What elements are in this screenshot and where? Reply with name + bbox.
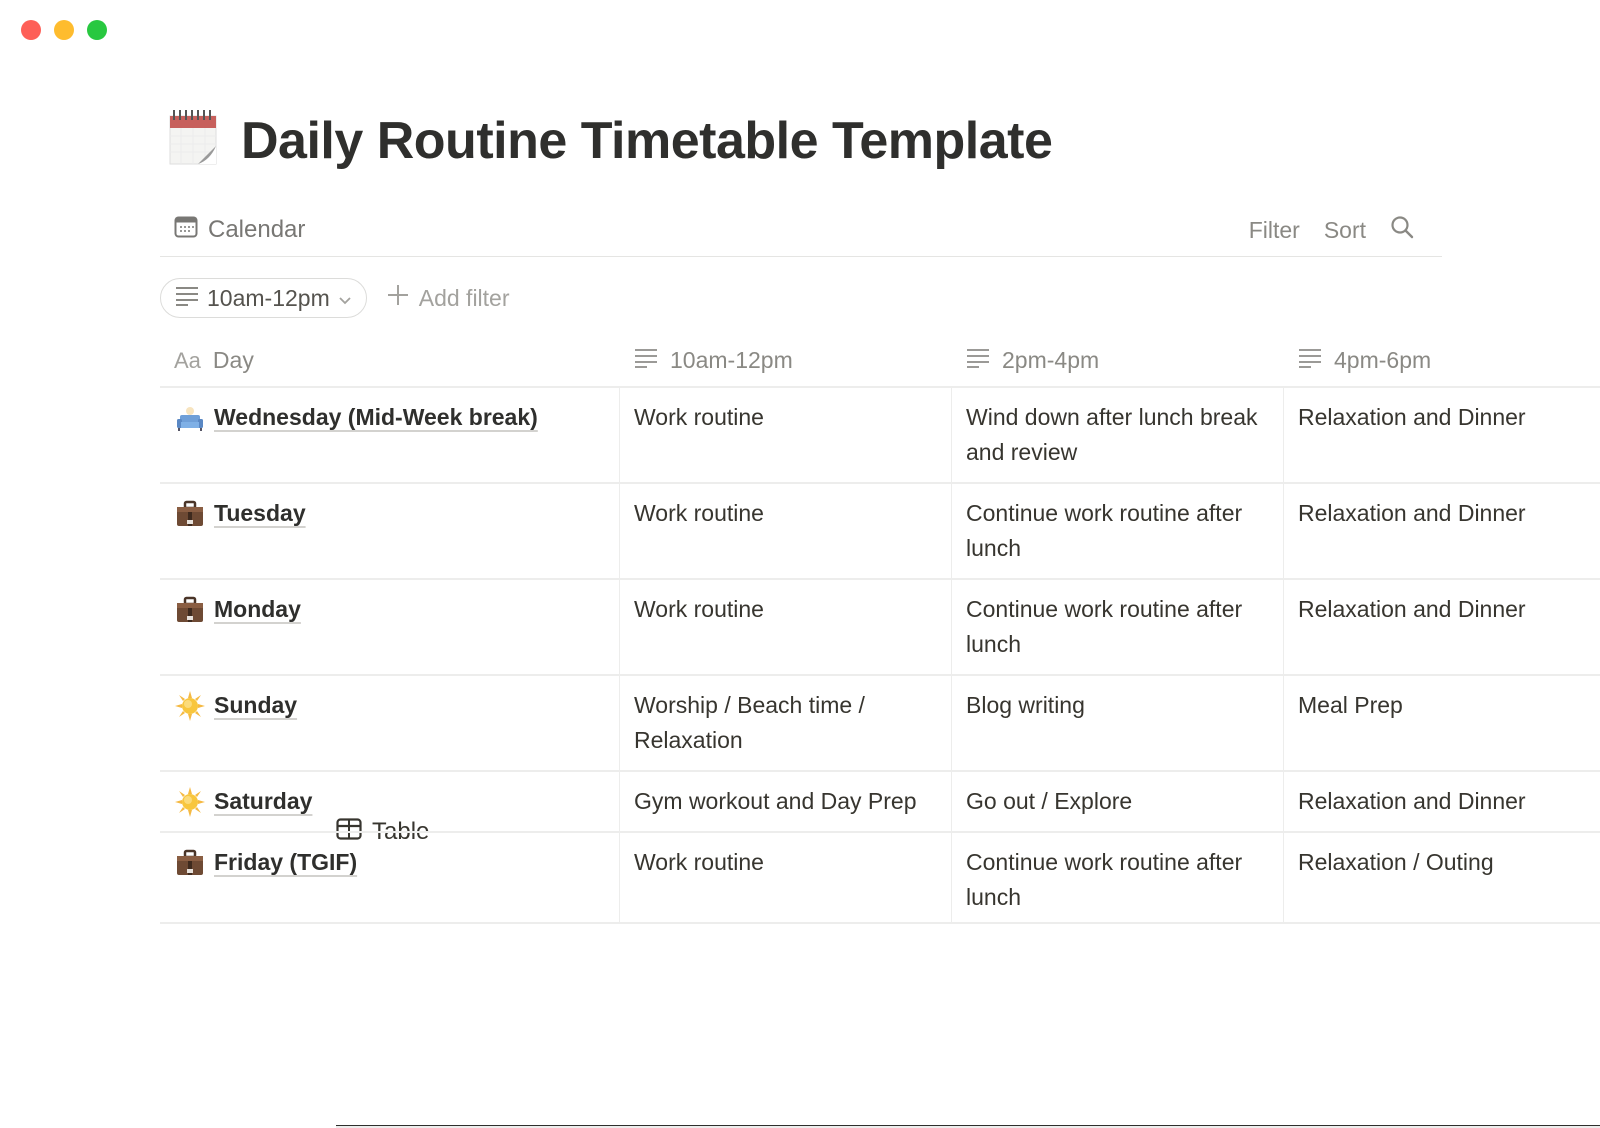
- table-row[interactable]: Tuesday Work routine Continue work routine…: [160, 484, 1600, 580]
- view-tabs: Calendar Table Filter Sort: [160, 204, 1600, 1128]
- column-header-10am-12pm[interactable]: 10am-12pm: [620, 334, 952, 386]
- slot-10am-12pm-cell[interactable]: Work routine: [620, 833, 952, 922]
- column-header-label: 2pm-4pm: [1002, 346, 1100, 373]
- slot-4pm-6pm-cell[interactable]: Relaxation and Dinner: [1284, 580, 1600, 674]
- slot-10am-12pm-cell[interactable]: Work routine: [620, 484, 952, 578]
- sun-icon: [174, 690, 206, 722]
- day-name-link[interactable]: Friday (TGIF): [214, 845, 357, 880]
- filter-pill-10am-12pm[interactable]: 10am-12pm: [160, 278, 367, 318]
- chevron-down-icon: [338, 285, 352, 312]
- table-row[interactable]: Sunday Worship / Beach time / Relaxation B…: [160, 676, 1600, 772]
- slot-2pm-4pm-cell[interactable]: Wind down after lunch break and review: [952, 388, 1284, 482]
- slot-4pm-6pm-cell[interactable]: Relaxation and Dinner: [1284, 484, 1600, 578]
- spiral-calendar-icon[interactable]: [166, 106, 222, 168]
- day-cell[interactable]: Monday: [160, 580, 620, 674]
- slot-4pm-6pm-cell[interactable]: Relaxation and Dinner: [1284, 772, 1600, 831]
- title-property-icon: Aa: [174, 347, 201, 373]
- column-header-2pm-4pm[interactable]: 2pm-4pm: [952, 334, 1284, 386]
- column-header-label: 10am-12pm: [670, 346, 793, 373]
- routine-table: Aa Day 10am-12pm 2pm-4pm 4pm-6pm Wednesd…: [160, 334, 1600, 924]
- slot-2pm-4pm-cell[interactable]: Go out / Explore: [952, 772, 1284, 831]
- table-body: Wednesday (Mid-Week break) Work routine Wi…: [160, 388, 1600, 922]
- page-title: Daily Routine Timetable Template: [241, 112, 1053, 170]
- view-actions: Filter Sort: [1249, 204, 1414, 256]
- day-name-link[interactable]: Saturday: [214, 784, 312, 819]
- slot-10am-12pm-cell[interactable]: Gym workout and Day Prep: [620, 772, 952, 831]
- table-row[interactable]: Wednesday (Mid-Week break) Work routine Wi…: [160, 388, 1600, 484]
- column-header-4pm-6pm[interactable]: 4pm-6pm: [1284, 334, 1600, 386]
- day-cell[interactable]: Saturday: [160, 772, 620, 831]
- column-header-label: 4pm-6pm: [1334, 346, 1432, 373]
- text-lines-icon: [634, 343, 658, 378]
- filter-bar: 10am-12pm Add filter: [160, 278, 510, 318]
- table-row[interactable]: Monday Work routine Continue work routine …: [160, 580, 1600, 676]
- table-row[interactable]: Friday (TGIF) Work routine Continue work r…: [160, 833, 1600, 922]
- window-controls: [21, 20, 107, 40]
- slot-10am-12pm-cell[interactable]: Worship / Beach time / Relaxation: [620, 676, 952, 770]
- close-window-button[interactable]: [21, 20, 41, 40]
- add-filter-button[interactable]: Add filter: [387, 284, 510, 312]
- sun-icon: [174, 786, 206, 818]
- day-name-link[interactable]: Wednesday (Mid-Week break): [214, 400, 538, 435]
- filter-pill-label: 10am-12pm: [207, 284, 330, 311]
- search-icon[interactable]: [1390, 215, 1414, 245]
- day-name-link[interactable]: Tuesday: [214, 496, 306, 531]
- plus-icon: [387, 284, 409, 312]
- table-row[interactable]: Saturday Gym workout and Day Prep Go out /…: [160, 772, 1600, 833]
- add-filter-label: Add filter: [418, 284, 510, 311]
- column-header-day[interactable]: Aa Day: [160, 334, 620, 386]
- day-cell[interactable]: Friday (TGIF): [160, 833, 620, 922]
- text-lines-icon: [1298, 343, 1322, 378]
- tab-calendar-label: Calendar: [208, 216, 306, 243]
- slot-2pm-4pm-cell[interactable]: Continue work routine after lunch: [952, 484, 1284, 578]
- day-cell[interactable]: Tuesday: [160, 484, 620, 578]
- day-name-link[interactable]: Monday: [214, 592, 301, 627]
- slot-4pm-6pm-cell[interactable]: Relaxation / Outing: [1284, 833, 1600, 922]
- slot-2pm-4pm-cell[interactable]: Continue work routine after lunch: [952, 580, 1284, 674]
- minimize-window-button[interactable]: [54, 20, 74, 40]
- maximize-window-button[interactable]: [87, 20, 107, 40]
- table-header: Aa Day 10am-12pm 2pm-4pm 4pm-6pm: [160, 334, 1600, 388]
- day-cell[interactable]: Wednesday (Mid-Week break): [160, 388, 620, 482]
- day-cell[interactable]: Sunday: [160, 676, 620, 770]
- tab-calendar[interactable]: Calendar: [174, 204, 305, 256]
- sort-button[interactable]: Sort: [1324, 217, 1366, 244]
- text-lines-icon: [175, 285, 199, 312]
- briefcase-icon: [174, 498, 206, 530]
- slot-4pm-6pm-cell[interactable]: Meal Prep: [1284, 676, 1600, 770]
- calendar-icon: [174, 216, 198, 245]
- slot-10am-12pm-cell[interactable]: Work routine: [620, 388, 952, 482]
- filter-button[interactable]: Filter: [1249, 217, 1300, 244]
- text-lines-icon: [966, 343, 990, 378]
- slot-2pm-4pm-cell[interactable]: Continue work routine after lunch: [952, 833, 1284, 922]
- briefcase-icon: [174, 594, 206, 626]
- slot-10am-12pm-cell[interactable]: Work routine: [620, 580, 952, 674]
- slot-2pm-4pm-cell[interactable]: Blog writing: [952, 676, 1284, 770]
- couch-icon: [174, 402, 206, 434]
- column-header-label: Day: [212, 346, 254, 373]
- day-name-link[interactable]: Sunday: [214, 688, 297, 723]
- briefcase-icon: [174, 847, 206, 879]
- slot-4pm-6pm-cell[interactable]: Relaxation and Dinner: [1284, 388, 1600, 482]
